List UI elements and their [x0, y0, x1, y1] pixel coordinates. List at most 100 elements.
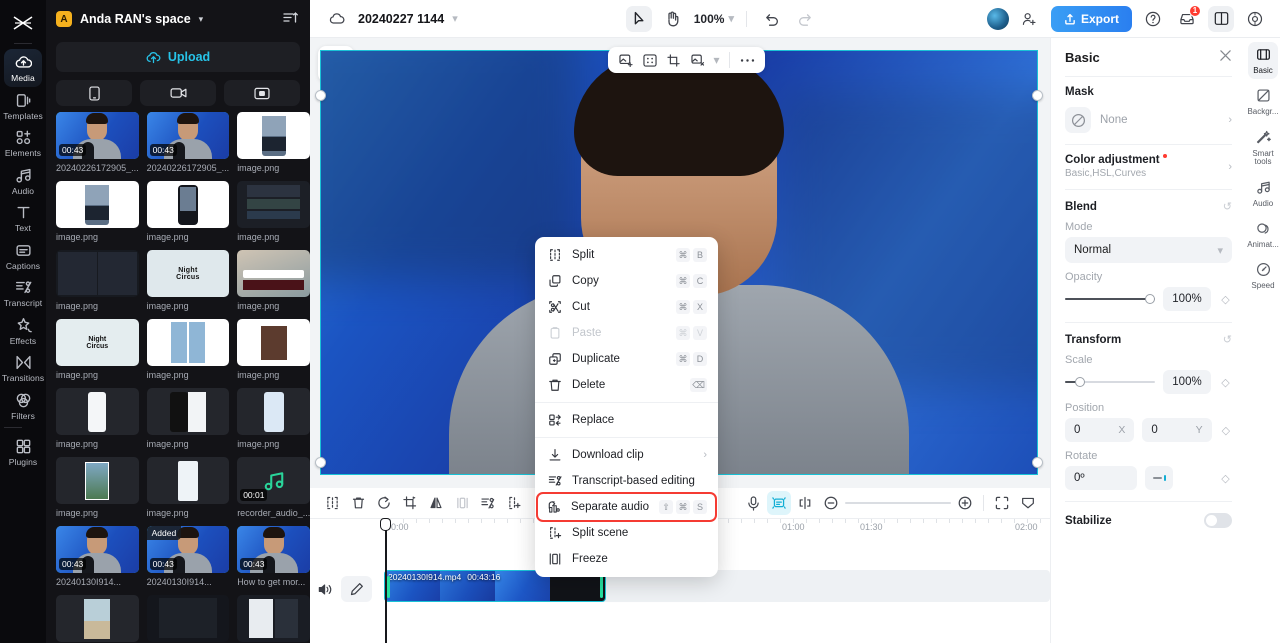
- media-thumbnail[interactable]: [237, 112, 310, 159]
- rotate-icon[interactable]: [372, 491, 396, 515]
- keyframe-diamond-icon[interactable]: ◇: [1220, 424, 1232, 437]
- media-thumbnail[interactable]: [237, 388, 310, 435]
- keyframe-diamond-icon[interactable]: ◇: [1219, 376, 1232, 389]
- transcript-cut-icon[interactable]: [476, 491, 500, 515]
- media-thumbnail[interactable]: [56, 595, 139, 642]
- media-thumbnail[interactable]: 00:43: [146, 112, 230, 159]
- media-item[interactable]: image.png: [56, 457, 139, 518]
- camera-icon[interactable]: [140, 80, 216, 106]
- media-thumbnail[interactable]: [146, 457, 230, 504]
- media-item[interactable]: 3.jpg: [146, 595, 230, 643]
- menu-item-copy[interactable]: Copy ⌘ C: [535, 268, 718, 294]
- media-item[interactable]: 00:43 20240226172905_...: [56, 112, 139, 173]
- media-thumbnail[interactable]: [56, 388, 139, 435]
- undo-button[interactable]: [759, 6, 785, 32]
- media-item[interactable]: 2.jpg: [237, 595, 310, 643]
- crop-icon[interactable]: [398, 491, 422, 515]
- zoom-out-icon[interactable]: [819, 491, 843, 515]
- add-image-icon[interactable]: [615, 50, 636, 71]
- media-item[interactable]: image.png: [56, 388, 139, 449]
- tab-speed[interactable]: Speed: [1248, 257, 1278, 294]
- help-circle-icon[interactable]: [1140, 6, 1166, 32]
- clip-trim-right[interactable]: [600, 576, 603, 598]
- media-thumbnail[interactable]: [56, 250, 139, 297]
- menu-item-paste[interactable]: Paste ⌘ V: [535, 320, 718, 346]
- layout-panel-icon[interactable]: [1208, 5, 1234, 32]
- redo-button[interactable]: [793, 6, 819, 32]
- clip-trim-left[interactable]: [387, 576, 390, 598]
- media-thumbnail[interactable]: 00:01: [237, 457, 310, 504]
- cloud-icon[interactable]: [324, 6, 350, 32]
- media-item[interactable]: Added 00:43 20240130I914...: [146, 526, 230, 587]
- media-item[interactable]: 00:43 20240130I914...: [56, 526, 139, 587]
- rotate-dial[interactable]: [1145, 466, 1173, 490]
- zoom-in-icon[interactable]: [953, 491, 977, 515]
- media-item[interactable]: 00:01 recorder_audio_...: [237, 457, 310, 518]
- chevron-down-icon[interactable]: ▾: [199, 14, 204, 25]
- track-view-icon[interactable]: [1016, 491, 1040, 515]
- menu-item-cut[interactable]: Cut ⌘ X: [535, 294, 718, 320]
- mask-selector[interactable]: None ›: [1065, 98, 1232, 144]
- sidebar-item-filters[interactable]: Filters: [4, 387, 42, 425]
- media-item[interactable]: image.png: [237, 112, 310, 173]
- media-item[interactable]: image.png: [237, 250, 310, 311]
- volume-icon[interactable]: [310, 576, 341, 602]
- media-thumbnail[interactable]: [237, 319, 310, 366]
- media-thumbnail[interactable]: Night Circus: [146, 250, 230, 297]
- resize-handle-top-right[interactable]: [1032, 90, 1043, 101]
- media-item[interactable]: image.png: [146, 319, 230, 380]
- export-button[interactable]: Export: [1050, 5, 1132, 32]
- media-thumbnail[interactable]: [237, 250, 310, 297]
- inbox-icon[interactable]: 1: [1174, 4, 1201, 32]
- hand-tool-button[interactable]: [660, 6, 686, 32]
- media-item[interactable]: 00:43 How to get mor...: [237, 526, 310, 587]
- media-thumbnail[interactable]: [237, 181, 310, 228]
- video-track-row[interactable]: 20240130I914.mp4 00:43:16: [384, 570, 1050, 602]
- menu-item-download-clip[interactable]: Download clip ›: [535, 442, 718, 468]
- sidebar-item-plugins[interactable]: Plugins: [4, 433, 42, 471]
- chevron-down-icon[interactable]: ▾: [452, 12, 458, 25]
- blend-mode-select[interactable]: Normal ▾: [1065, 237, 1232, 263]
- position-x-field[interactable]: 0 X: [1065, 418, 1135, 442]
- select-tool-button[interactable]: [625, 5, 652, 32]
- auto-captions-icon[interactable]: [767, 491, 791, 515]
- media-item[interactable]: image.png: [146, 457, 230, 518]
- media-thumbnail[interactable]: [237, 595, 310, 642]
- media-thumbnail[interactable]: Night Circus: [56, 319, 139, 366]
- media-thumbnail[interactable]: [146, 181, 230, 228]
- keyframe-diamond-icon[interactable]: ◇: [1219, 293, 1232, 306]
- add-person-icon[interactable]: [1017, 6, 1043, 32]
- resize-handle-top-left[interactable]: [315, 90, 326, 101]
- media-item[interactable]: image.png: [237, 319, 310, 380]
- chevron-down-icon[interactable]: ▾: [711, 50, 722, 71]
- media-thumbnail[interactable]: 00:43: [56, 526, 139, 573]
- menu-item-split[interactable]: Split ⌘ B: [535, 242, 718, 268]
- sidebar-item-transitions[interactable]: Transitions: [2, 349, 44, 387]
- tab-audio[interactable]: Audio: [1248, 175, 1278, 212]
- media-item[interactable]: image.png: [237, 388, 310, 449]
- markers-icon[interactable]: [793, 491, 817, 515]
- color-adjustment-row[interactable]: Color adjustment Basic,HSL,Curves ›: [1065, 145, 1232, 179]
- auto-reframe-icon[interactable]: [639, 50, 660, 71]
- sidebar-item-captions[interactable]: Captions: [4, 237, 42, 275]
- tab-smart-tools[interactable]: Smart tools: [1248, 125, 1278, 171]
- capcut-logo-icon[interactable]: [0, 6, 46, 40]
- freeze-icon[interactable]: [450, 491, 474, 515]
- sidebar-item-templates[interactable]: Templates: [3, 87, 43, 125]
- tab-backgr[interactable]: Backgr...: [1247, 83, 1279, 120]
- scale-value[interactable]: 100%: [1163, 370, 1211, 394]
- close-icon[interactable]: [1219, 49, 1232, 65]
- settings-gear-icon[interactable]: [1242, 6, 1268, 32]
- media-thumbnail[interactable]: [56, 457, 139, 504]
- menu-item-replace[interactable]: Replace: [535, 407, 718, 433]
- tab-basic[interactable]: Basic: [1248, 42, 1278, 80]
- mirror-icon[interactable]: [424, 491, 448, 515]
- menu-item-freeze[interactable]: Freeze: [535, 546, 718, 572]
- menu-item-split-scene[interactable]: Split scene: [535, 520, 718, 546]
- media-item[interactable]: image.png: [146, 388, 230, 449]
- sidebar-item-transcript[interactable]: Transcript: [4, 274, 42, 312]
- sidebar-item-effects[interactable]: Effects: [4, 312, 42, 350]
- edit-pencil-icon[interactable]: [341, 576, 372, 602]
- screen-record-icon[interactable]: [224, 80, 300, 106]
- media-item[interactable]: AiRestore_3|20...: [56, 595, 139, 643]
